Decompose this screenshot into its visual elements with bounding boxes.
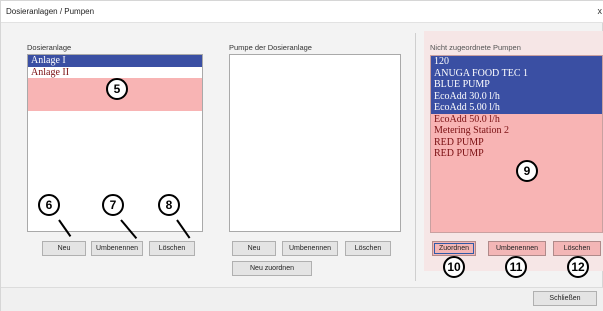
callout-7: 7 <box>102 194 124 216</box>
list-item[interactable]: EcoAdd 5.00 l/h <box>431 102 602 114</box>
new-pump-button[interactable]: Neu <box>232 241 276 256</box>
list-item[interactable]: ANUGA FOOD TEC 1 <box>431 67 602 79</box>
callout-9: 9 <box>516 160 538 182</box>
unassigned-pumps-label: Nicht zugeordnete Pumpen <box>430 43 521 52</box>
close-button[interactable]: Schließen <box>533 291 597 306</box>
list-item[interactable]: Anlage II <box>28 67 202 79</box>
callout-11: 11 <box>505 256 527 278</box>
list-item[interactable]: Anlage I <box>28 55 202 67</box>
rename-plant-button[interactable]: Umbenennen <box>91 241 143 256</box>
pump-of-plant-list[interactable] <box>229 54 401 232</box>
pump-of-plant-label: Pumpe der Dosieranlage <box>229 43 312 52</box>
window-title: Dosieranlagen / Pumpen <box>6 7 95 16</box>
callout-10: 10 <box>443 256 465 278</box>
list-item[interactable]: EcoAdd 50.0 l/h <box>431 114 602 126</box>
list-item[interactable]: RED PUMP <box>431 148 602 160</box>
callout-12: 12 <box>567 256 589 278</box>
close-icon[interactable]: x <box>598 6 603 16</box>
delete-plant-button[interactable]: Löschen <box>149 241 195 256</box>
title-bar: Dosieranlagen / Pumpen x <box>1 1 603 23</box>
list-item[interactable]: Metering Station 2 <box>431 125 602 137</box>
delete-unassigned-button[interactable]: Löschen <box>553 241 601 256</box>
unassigned-pumps-list[interactable]: 120 ANUGA FOOD TEC 1 BLUE PUMP EcoAdd 30.0 … <box>430 55 603 233</box>
list-item[interactable]: EcoAdd 30.0 l/h <box>431 90 602 102</box>
assign-new-button[interactable]: Neu zuordnen <box>232 261 312 276</box>
dosieranlage-label: Dosieranlage <box>27 43 72 52</box>
new-plant-button[interactable]: Neu <box>42 241 86 256</box>
panel-divider <box>415 33 416 281</box>
callout-6: 6 <box>38 194 60 216</box>
rename-pump-button[interactable]: Umbenennen <box>282 241 338 256</box>
status-bar <box>1 287 603 311</box>
list-item[interactable]: BLUE PUMP <box>431 79 602 91</box>
dialog-window: Dosieranlagen / Pumpen x Dosieranlage An… <box>0 0 603 311</box>
rename-unassigned-button[interactable]: Umbenennen <box>488 241 546 256</box>
callout-5: 5 <box>106 78 128 100</box>
assign-button[interactable]: Zuordnen <box>432 241 476 256</box>
list-item[interactable]: 120 <box>431 56 602 68</box>
delete-pump-button[interactable]: Löschen <box>345 241 391 256</box>
callout-8: 8 <box>158 194 180 216</box>
list-item[interactable]: RED PUMP <box>431 137 602 149</box>
